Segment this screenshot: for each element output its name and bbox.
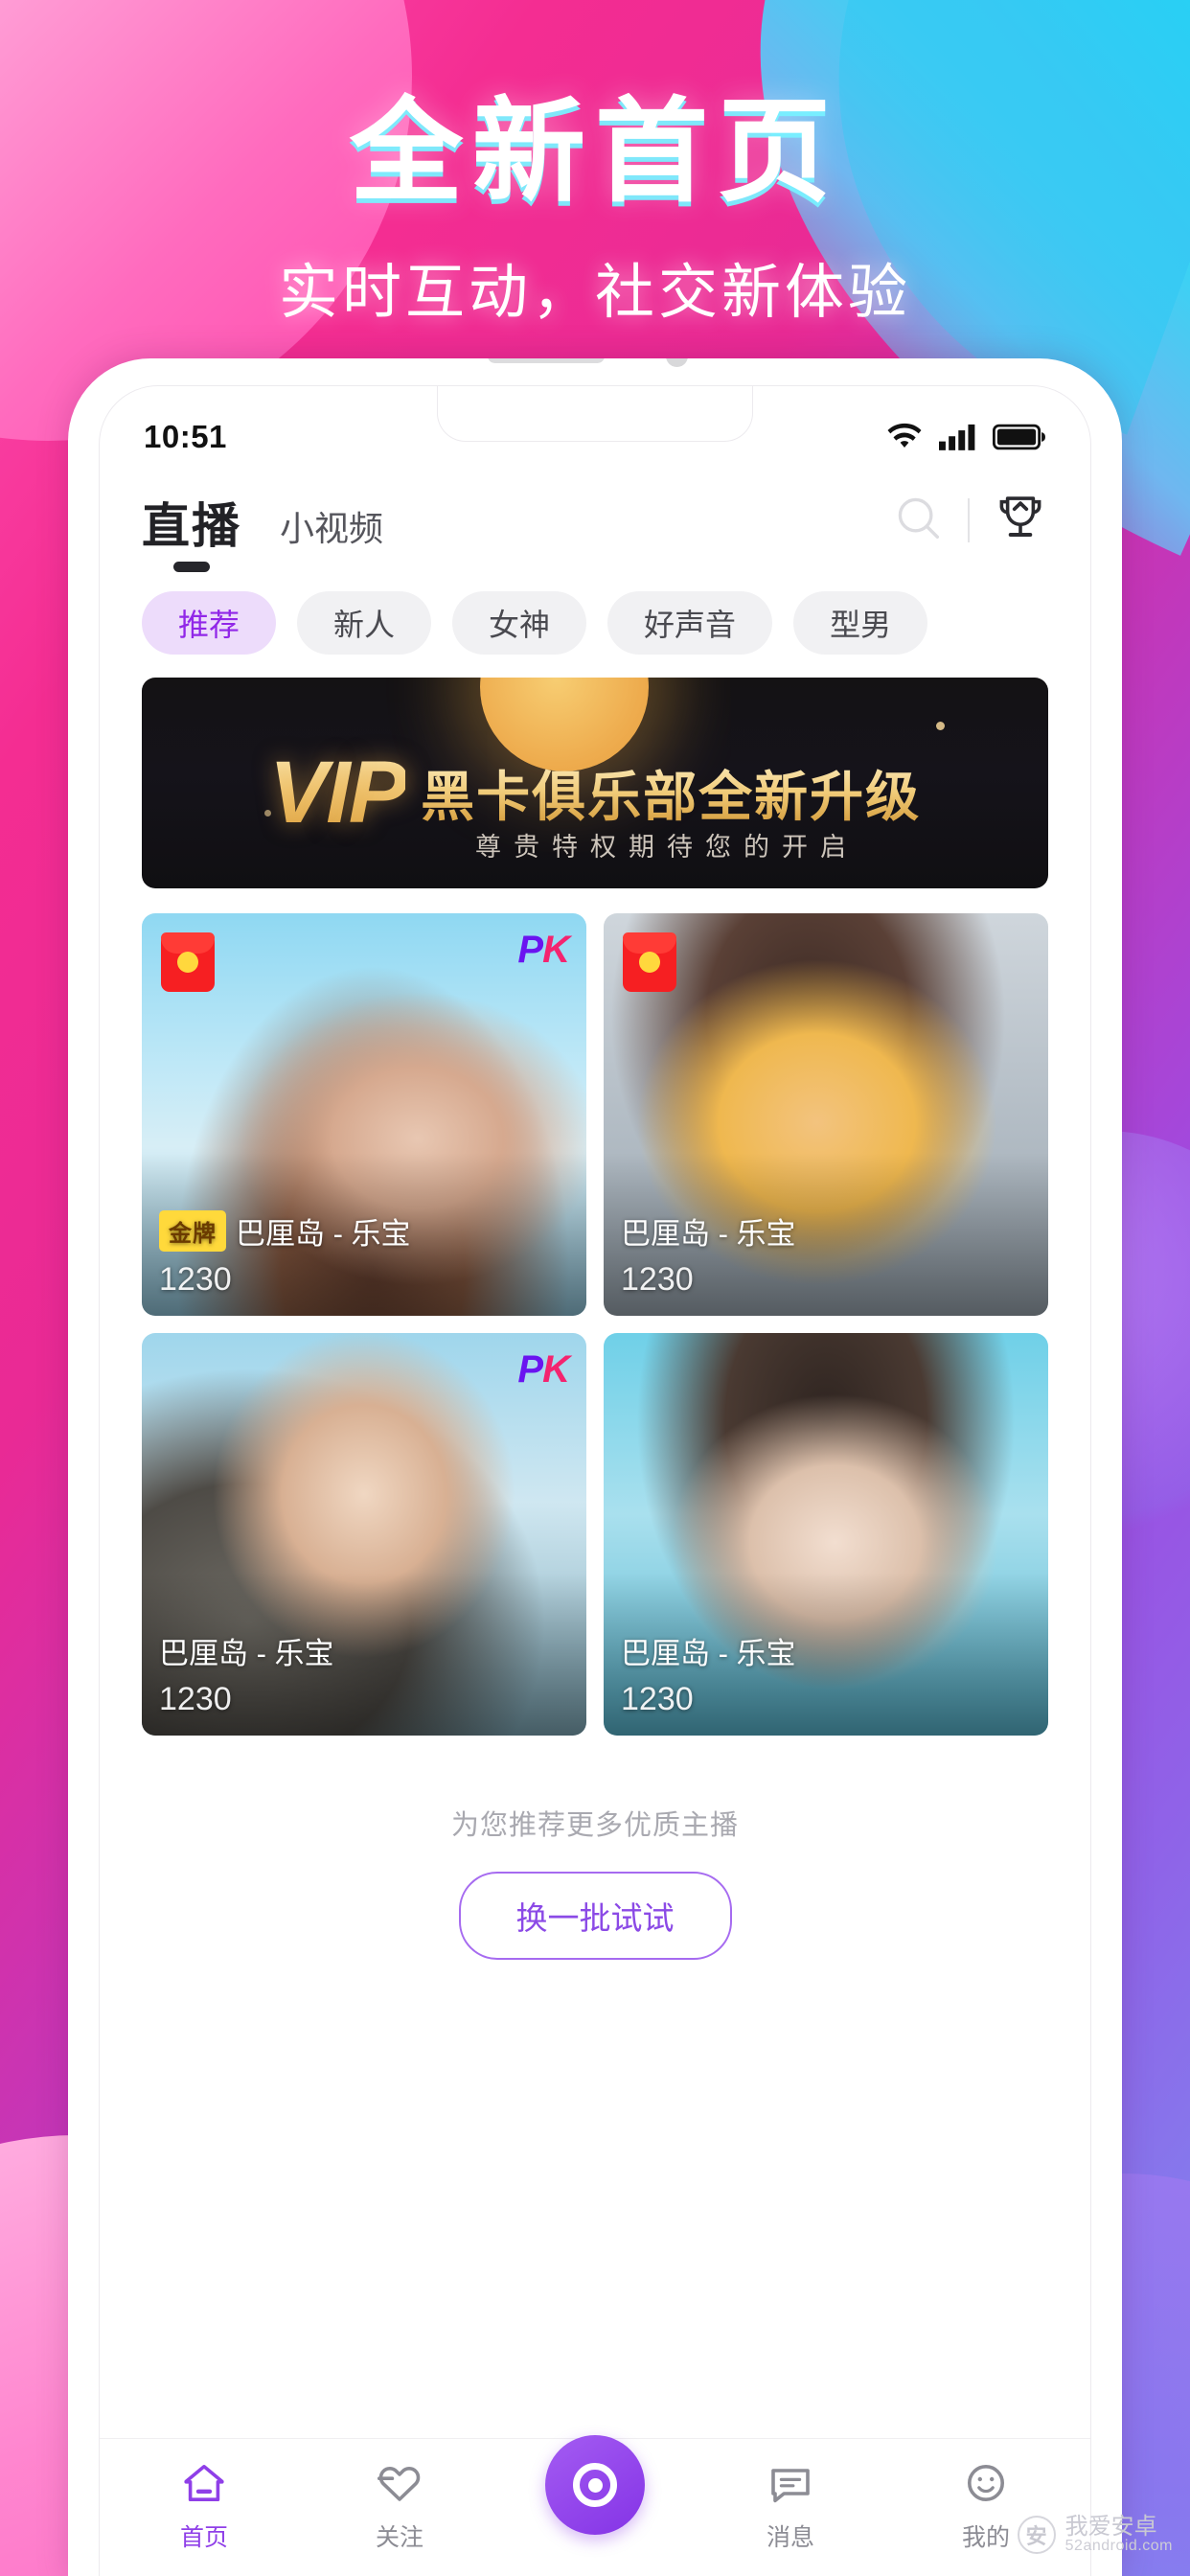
home-icon xyxy=(178,2465,230,2510)
live-viewer-count: 1230 xyxy=(621,1681,694,1717)
message-icon xyxy=(765,2469,816,2510)
recommend-section: 为您推荐更多优质主播 换一批试试 xyxy=(100,1736,1090,1960)
nav-label-message: 消息 xyxy=(766,2524,814,2551)
recommend-text: 为您推荐更多优质主播 xyxy=(450,1810,739,1841)
live-card-name: 巴厘岛 - 乐宝 xyxy=(236,1217,411,1251)
live-card-name: 巴厘岛 - 乐宝 xyxy=(159,1637,334,1670)
watermark-logo-icon: 安 xyxy=(1017,2516,1056,2554)
pk-badge-k: K xyxy=(542,1348,570,1391)
chip-handsome[interactable]: 型男 xyxy=(793,591,928,655)
poster-title: 全新首页 xyxy=(349,89,840,216)
refresh-list-button[interactable]: 换一批试试 xyxy=(458,1872,732,1960)
nav-item-start-live[interactable] xyxy=(523,2435,667,2535)
watermark-text: 我爱安卓 52android.com xyxy=(1065,2515,1173,2555)
nav-item-home[interactable]: 首页 xyxy=(132,2460,276,2553)
screen-notch xyxy=(437,386,753,442)
live-card-title-row: 金牌 巴厘岛 - 乐宝 xyxy=(159,1209,573,1253)
phone-mockup: 10:51 直播 小视频 推荐 新人 女神 好声音 型男 VIP 黑卡俱乐部全新… xyxy=(68,358,1122,2576)
nav-item-message[interactable]: 消息 xyxy=(719,2460,862,2553)
header-divider xyxy=(968,498,970,542)
live-card-name: 巴厘岛 - 乐宝 xyxy=(621,1637,796,1670)
watermark-line-2: 52android.com xyxy=(1064,2538,1173,2555)
vip-subline: 尊贵特权期待您的开启 xyxy=(475,833,858,862)
nav-label-home: 首页 xyxy=(179,2524,228,2551)
live-viewer-count: 1230 xyxy=(159,1261,232,1298)
pk-badge-p: P xyxy=(517,929,543,971)
header-tabs: 直播 小视频 xyxy=(142,488,383,572)
phone-camera-dot xyxy=(666,358,688,367)
category-chip-row[interactable]: 推荐 新人 女神 好声音 型男 xyxy=(100,566,1090,678)
vip-banner[interactable]: VIP 黑卡俱乐部全新升级 尊贵特权期待您的开启 xyxy=(142,678,1048,888)
live-card[interactable]: PK 巴厘岛 - 乐宝 1230 xyxy=(142,1333,586,1736)
signal-bars-icon xyxy=(939,423,977,451)
status-bar-indicators xyxy=(885,423,1046,451)
tab-live-label: 直播 xyxy=(142,499,241,553)
gold-badge: 金牌 xyxy=(159,1210,226,1252)
redpacket-coin xyxy=(639,952,660,973)
profile-icon xyxy=(960,2464,1012,2510)
live-viewer-count: 1230 xyxy=(159,1681,232,1717)
live-card[interactable]: PK 金牌 巴厘岛 - 乐宝 1230 xyxy=(142,913,586,1316)
redpacket-icon xyxy=(161,932,215,992)
live-viewer-count: 1230 xyxy=(621,1261,694,1298)
live-card-name: 巴厘岛 - 乐宝 xyxy=(621,1217,796,1251)
poster-subtitle: 实时互动，社交新体验 xyxy=(278,259,911,326)
vip-banner-wrap: VIP 黑卡俱乐部全新升级 尊贵特权期待您的开启 xyxy=(100,678,1090,888)
chip-newcomer[interactable]: 新人 xyxy=(297,591,432,655)
heart-icon xyxy=(374,2467,425,2510)
live-card-grid: PK 金牌 巴厘岛 - 乐宝 1230 巴厘岛 - 乐宝 1230 PK 巴厘岛… xyxy=(100,888,1090,1736)
status-bar: 10:51 xyxy=(100,386,1090,467)
search-icon[interactable] xyxy=(893,493,945,549)
chip-good-voice[interactable]: 好声音 xyxy=(607,591,773,655)
start-live-icon[interactable] xyxy=(545,2435,645,2535)
app-header: 直播 小视频 xyxy=(100,467,1090,572)
live-card-title-row: 巴厘岛 - 乐宝 xyxy=(621,1209,1035,1253)
pk-badge-p: P xyxy=(517,1348,543,1391)
header-actions xyxy=(893,493,1048,553)
tab-active-indicator xyxy=(173,562,210,572)
battery-icon xyxy=(993,424,1046,450)
pk-badge-k: K xyxy=(542,929,570,971)
status-bar-time: 10:51 xyxy=(144,419,227,454)
pk-badge: PK xyxy=(517,929,570,972)
chip-recommend[interactable]: 推荐 xyxy=(142,591,277,655)
start-live-dot xyxy=(587,2477,603,2493)
live-card-title-row: 巴厘岛 - 乐宝 xyxy=(621,1629,1035,1672)
chip-goddess[interactable]: 女神 xyxy=(452,591,587,655)
trophy-icon[interactable] xyxy=(993,493,1048,549)
decor-blob-pink-inner xyxy=(0,0,19,67)
phone-speaker-pill xyxy=(488,358,605,363)
phone-screen: 10:51 直播 小视频 推荐 新人 女神 好声音 型男 VIP 黑卡俱乐部全新… xyxy=(99,385,1091,2576)
live-card-title-row: 巴厘岛 - 乐宝 xyxy=(159,1629,573,1672)
tab-live[interactable]: 直播 xyxy=(142,488,241,572)
live-card[interactable]: 巴厘岛 - 乐宝 1230 xyxy=(604,913,1048,1316)
watermark-line-1: 我爱安卓 xyxy=(1064,2514,1157,2541)
start-live-ring xyxy=(573,2463,617,2507)
pk-badge: PK xyxy=(517,1348,570,1392)
nav-label-follow: 关注 xyxy=(375,2524,423,2551)
redpacket-icon xyxy=(623,932,676,992)
live-card[interactable]: 巴厘岛 - 乐宝 1230 xyxy=(604,1333,1048,1736)
nav-item-follow[interactable]: 关注 xyxy=(328,2460,471,2553)
vip-headline: 黑卡俱乐部全新升级 xyxy=(421,754,921,832)
poster-hero: 全新首页 实时互动，社交新体验 xyxy=(0,88,1190,330)
tab-short-video[interactable]: 小视频 xyxy=(280,501,383,557)
redpacket-coin xyxy=(177,952,198,973)
bottom-nav: 首页 关注 消息 我的 xyxy=(100,2435,1090,2576)
spark-decor-a xyxy=(936,722,945,730)
site-watermark: 安 我爱安卓 52android.com xyxy=(1017,2515,1173,2555)
wifi-icon xyxy=(885,423,924,451)
